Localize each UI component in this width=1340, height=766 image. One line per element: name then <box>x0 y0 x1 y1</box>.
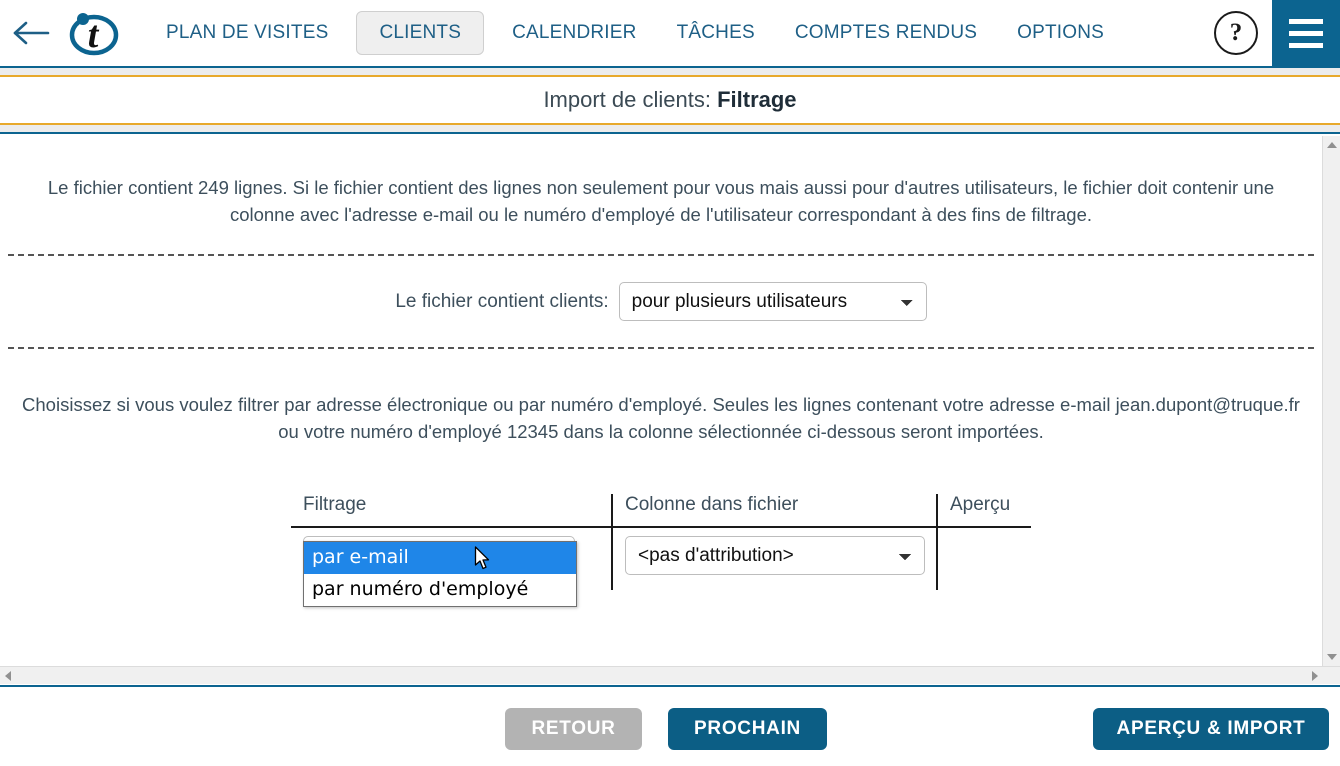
scroll-up-arrow-icon[interactable] <box>1327 142 1337 148</box>
nav-item-calendrier[interactable]: CALENDRIER <box>492 0 656 67</box>
scroll-left-arrow-icon[interactable] <box>5 671 11 681</box>
horizontal-scrollbar[interactable] <box>0 666 1340 684</box>
table-header-row: Filtrage Colonne dans fichier Aperçu <box>291 494 1031 528</box>
page-title-emphasis: Filtrage <box>717 87 797 112</box>
vertical-scrollbar[interactable] <box>1322 136 1340 666</box>
page-title-section: Import de clients: Filtrage <box>0 68 1340 134</box>
file-contains-select[interactable]: pour plusieurs utilisateurs <box>618 282 927 321</box>
nav-item-clients[interactable]: CLIENTS <box>356 11 485 55</box>
intro-paragraph: Le fichier contient 249 lignes. Si le fi… <box>47 177 1275 225</box>
preview-and-import-button[interactable]: APERÇU & IMPORT <box>1093 708 1329 750</box>
hamburger-bar <box>1289 30 1323 36</box>
page-title: Import de clients: Filtrage <box>543 87 796 113</box>
nav-item-comptes-rendus[interactable]: COMPTES RENDUS <box>775 0 997 67</box>
back-arrow-icon[interactable] <box>0 0 62 67</box>
file-contains-label: Le fichier contient clients: <box>395 290 609 312</box>
svg-text:t: t <box>88 14 100 56</box>
hamburger-menu-icon[interactable] <box>1272 0 1340 67</box>
hamburger-bar <box>1289 42 1323 48</box>
column-header-colonne-dans-fichier: Colonne dans fichier <box>611 494 936 526</box>
dropdown-option-par-numero-employe[interactable]: par numéro d'employé <box>304 574 576 606</box>
page-title-prefix: Import de clients: <box>543 87 718 112</box>
help-icon[interactable]: ? <box>1214 11 1258 55</box>
nav-item-plan-de-visites[interactable]: PLAN DE VISITES <box>146 0 348 67</box>
column-header-apercu: Aperçu <box>936 494 1031 526</box>
scroll-right-arrow-icon[interactable] <box>1312 671 1318 681</box>
cell-apercu <box>936 528 1031 590</box>
next-button[interactable]: PROCHAIN <box>668 708 827 750</box>
filter-paragraph: Choisissez si vous voulez filtrer par ad… <box>22 394 1300 442</box>
column-header-filtrage: Filtrage <box>303 494 367 515</box>
hamburger-bar <box>1289 18 1323 24</box>
content-area: Le fichier contient 249 lignes. Si le fi… <box>0 136 1340 666</box>
app-logo: t <box>62 0 124 67</box>
nav-item-options[interactable]: OPTIONS <box>997 0 1124 67</box>
dropdown-option-par-e-mail[interactable]: par e-mail <box>304 542 576 574</box>
file-column-select[interactable]: <pas d'attribution> <box>625 536 925 575</box>
footer-bar: RETOUR PROCHAIN APERÇU & IMPORT <box>0 685 1340 766</box>
separator-top <box>8 254 1314 256</box>
main-nav-links: PLAN DE VISITES CLIENTS CALENDRIER TÂCHE… <box>146 0 1214 67</box>
page-title-bar: Import de clients: Filtrage <box>0 77 1340 123</box>
content-top-rule <box>0 132 1340 134</box>
file-contains-row: Le fichier contient clients: pour plusie… <box>0 282 1322 321</box>
nav-item-taches[interactable]: TÂCHES <box>657 0 775 67</box>
content-inner: Le fichier contient 249 lignes. Si le fi… <box>0 174 1322 666</box>
top-navigation-bar: t PLAN DE VISITES CLIENTS CALENDRIER TÂC… <box>0 0 1340 68</box>
separator-bottom <box>8 347 1314 349</box>
title-top-spacer <box>0 68 1340 75</box>
back-button[interactable]: RETOUR <box>505 708 642 750</box>
cell-colonne-dans-fichier: <pas d'attribution> <box>611 528 936 590</box>
scroll-down-arrow-icon[interactable] <box>1327 654 1337 660</box>
filter-type-dropdown-popup[interactable]: par e-mail par numéro d'employé <box>303 541 577 607</box>
title-bottom-spacer <box>0 125 1340 132</box>
